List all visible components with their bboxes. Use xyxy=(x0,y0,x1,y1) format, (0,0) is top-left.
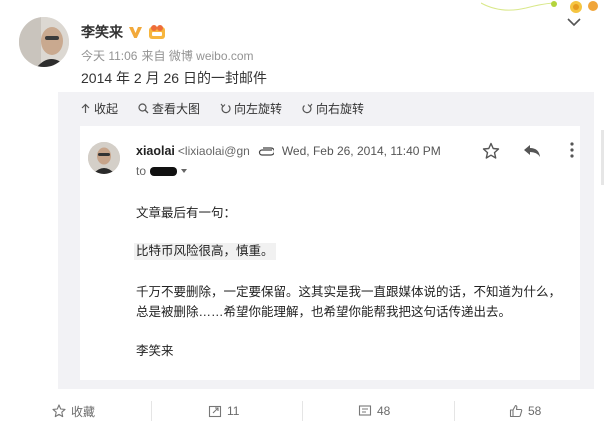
avatar-image xyxy=(19,17,69,67)
collapse-label: 收起 xyxy=(94,102,119,116)
reply-icon xyxy=(524,145,540,157)
author-name[interactable]: 李笑来 xyxy=(81,22,123,42)
rotate-right-button[interactable]: 向右旋转 xyxy=(302,100,364,117)
view-large-label: 查看大图 xyxy=(152,102,201,116)
rotate-left-label: 向左旋转 xyxy=(234,102,283,116)
sender-address: <lixiaolai@gn xyxy=(177,144,250,158)
thumbs-up-icon xyxy=(509,404,523,418)
star-icon xyxy=(482,142,500,159)
email-screenshot[interactable]: xiaolai <lixiaolai@gn Wed, Feb 26, 2014,… xyxy=(80,126,580,380)
verified-v-icon xyxy=(129,26,142,38)
action-divider xyxy=(302,401,303,421)
email-line-1: 文章最后有一句： xyxy=(136,206,237,220)
avatar[interactable] xyxy=(19,17,69,67)
repost-button[interactable]: 11 xyxy=(208,395,239,427)
caret-down-icon xyxy=(181,169,188,173)
chevron-down-icon[interactable] xyxy=(566,16,582,28)
view-large-button[interactable]: 查看大图 xyxy=(138,100,200,117)
action-bar: 收藏 11 48 58 xyxy=(0,395,611,427)
favorite-button[interactable]: 收藏 xyxy=(52,395,95,427)
level-badge-icon[interactable] xyxy=(148,24,166,40)
redacted-recipient xyxy=(150,166,178,176)
repost-count: 11 xyxy=(227,404,240,418)
to-label: to xyxy=(136,164,147,178)
scrollbar[interactable] xyxy=(601,130,604,185)
paperclip-icon xyxy=(258,147,274,156)
image-toolbar: 收起 查看大图 向左旋转 向右旋转 xyxy=(80,100,364,117)
email-line-2: 比特币风险很高，慎重。 xyxy=(134,243,276,260)
sender-line: xiaolai <lixiaolai@gn Wed, Feb 26, 2014,… xyxy=(136,144,441,158)
more-vertical-icon xyxy=(570,142,574,158)
email-line-3: 千万不要删除，一定要保留。这其实是我一直跟媒体说的话，不知道为什么，总是被删除…… xyxy=(136,285,562,319)
favorite-label: 收藏 xyxy=(71,404,96,419)
action-divider xyxy=(454,401,455,421)
decoration-swirl xyxy=(481,1,598,13)
action-divider xyxy=(151,401,152,421)
rotate-left-icon xyxy=(220,103,231,114)
like-button[interactable]: 58 xyxy=(509,395,541,427)
rotate-left-button[interactable]: 向左旋转 xyxy=(220,100,282,117)
email-date: Wed, Feb 26, 2014, 11:40 PM xyxy=(281,144,441,158)
post-text: 2014 年 2 月 26 日的一封邮件 xyxy=(81,70,267,86)
arrow-up-icon xyxy=(81,103,90,113)
email-signature: 李笑来 xyxy=(136,344,174,358)
post-time[interactable]: 今天 11:06 xyxy=(81,47,137,64)
rotate-right-icon xyxy=(302,103,313,114)
comment-button[interactable]: 48 xyxy=(358,395,390,427)
post-source[interactable]: 来自 微博 weibo.com xyxy=(141,47,253,64)
like-count: 58 xyxy=(528,404,542,418)
search-icon xyxy=(138,103,149,114)
star-icon xyxy=(52,404,66,418)
media-panel: 收起 查看大图 向左旋转 向右旋转 xiaolai <lixiaolai@gn … xyxy=(58,92,594,389)
sender-name: xiaolai xyxy=(136,144,175,158)
recipient-line: to xyxy=(136,164,188,178)
collapse-button[interactable]: 收起 xyxy=(80,100,118,117)
rotate-right-label: 向右旋转 xyxy=(316,102,365,116)
sender-avatar xyxy=(88,142,120,174)
sender-avatar-image xyxy=(88,142,120,174)
comment-count: 48 xyxy=(377,404,391,418)
comment-icon xyxy=(358,405,372,416)
repost-icon xyxy=(208,405,222,418)
